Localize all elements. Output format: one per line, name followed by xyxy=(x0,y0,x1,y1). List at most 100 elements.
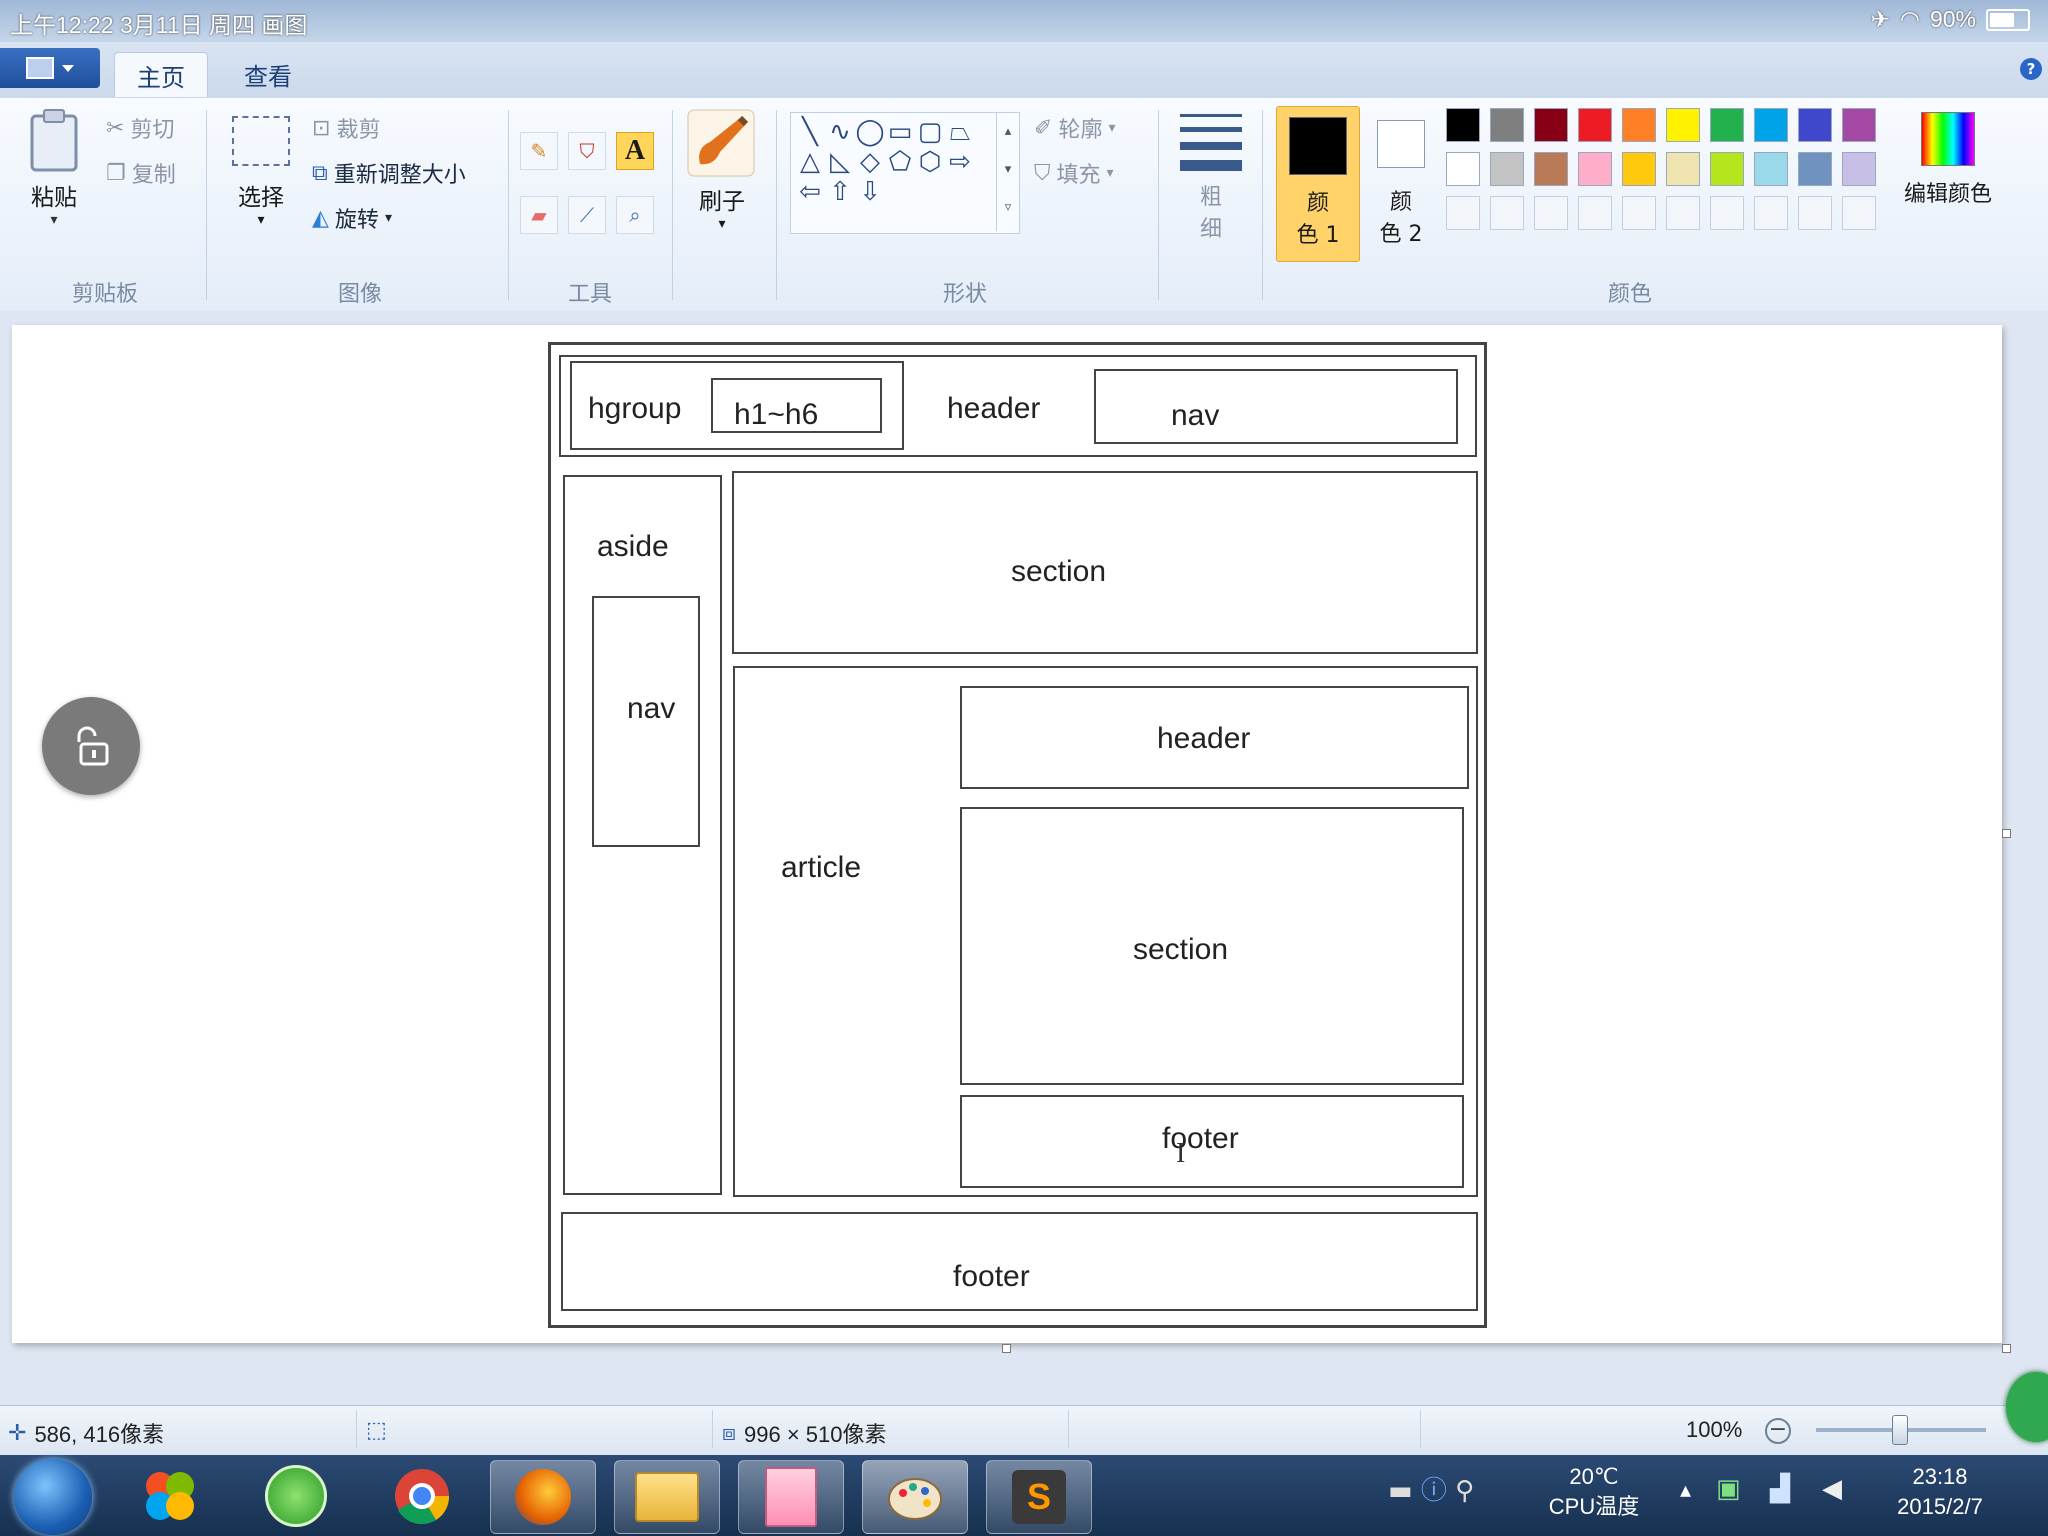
color-swatch[interactable] xyxy=(1666,152,1700,186)
paste-button[interactable]: 粘贴 ▾ xyxy=(26,108,82,248)
taskbar-app-paint[interactable] xyxy=(862,1460,968,1534)
copy-button[interactable]: ❐ 复制 xyxy=(106,157,176,189)
color-swatch[interactable] xyxy=(1622,196,1656,230)
diamond-shape-icon[interactable]: ◇ xyxy=(855,147,885,177)
color-swatch[interactable] xyxy=(1490,108,1524,142)
select-button[interactable]: 选择 ▾ xyxy=(226,112,296,252)
color-swatch[interactable] xyxy=(1710,152,1744,186)
right-triangle-shape-icon[interactable]: ◺ xyxy=(825,147,855,177)
color-swatch[interactable] xyxy=(1490,152,1524,186)
line-shape-icon[interactable]: ╲ xyxy=(795,117,825,147)
color-swatch[interactable] xyxy=(1622,108,1656,142)
color-swatch[interactable] xyxy=(1578,196,1612,230)
color1-label-1: 颜 xyxy=(1306,191,1329,216)
hexagon-shape-icon[interactable]: ⬡ xyxy=(915,147,945,177)
taskbar-app-pdf[interactable] xyxy=(738,1460,844,1534)
cpu-temp-widget[interactable]: 20℃ CPU温度 xyxy=(1534,1462,1654,1522)
taskbar-app-chrome[interactable] xyxy=(370,1460,474,1532)
oval-shape-icon[interactable]: ◯ xyxy=(855,117,885,147)
color-swatch[interactable] xyxy=(1578,152,1612,186)
triangle-shape-icon[interactable]: △ xyxy=(795,147,825,177)
rectangle-shape-icon[interactable]: ▭ xyxy=(885,117,915,147)
tab-view[interactable]: 查看 xyxy=(222,52,314,96)
color-swatch[interactable] xyxy=(1666,196,1700,230)
help-icon[interactable]: ? xyxy=(2020,58,2042,80)
color-swatch[interactable] xyxy=(1710,196,1744,230)
color-swatch[interactable] xyxy=(1754,196,1788,230)
polygon-shape-icon[interactable]: ⏢ xyxy=(945,117,975,147)
signal-icon[interactable]: ▟ xyxy=(1770,1474,1790,1504)
resize-handle-right[interactable] xyxy=(2002,829,2011,838)
zoom-slider-thumb[interactable] xyxy=(1892,1415,1908,1445)
folder-icon xyxy=(635,1472,699,1522)
color-swatch[interactable] xyxy=(1842,152,1876,186)
color-swatch[interactable] xyxy=(1446,152,1480,186)
curve-shape-icon[interactable]: ∿ xyxy=(825,117,855,147)
color-swatch[interactable] xyxy=(1798,108,1832,142)
taskbar-app-explorer[interactable] xyxy=(614,1460,720,1534)
brushes-button[interactable]: 刷子 ▾ xyxy=(686,108,758,248)
chevron-up-icon[interactable]: ▴ xyxy=(1680,1478,1691,1503)
cut-button[interactable]: ✂ 剪切 xyxy=(106,112,174,144)
color1-button[interactable]: 颜 色 1 xyxy=(1276,106,1360,262)
right-arrow-shape-icon[interactable]: ⇨ xyxy=(945,147,975,177)
color-swatch[interactable] xyxy=(1842,196,1876,230)
tools-group-label: 工具 xyxy=(567,282,612,307)
tab-home[interactable]: 主页 xyxy=(114,52,208,97)
fill-button[interactable]: ⛉ 填充 ▾ xyxy=(1034,157,1114,189)
taskbar-app-browser-360[interactable] xyxy=(244,1460,348,1532)
app-tray-icon[interactable]: ▣ xyxy=(1716,1474,1741,1504)
pencil-tool[interactable]: ✎ xyxy=(520,132,558,170)
paint-menu-button[interactable] xyxy=(0,48,100,88)
text-tool[interactable]: A xyxy=(616,132,654,170)
taskbar-app-photos[interactable] xyxy=(118,1460,222,1532)
down-arrow-shape-icon[interactable]: ⇩ xyxy=(855,177,885,207)
wifi-icon: ◠ xyxy=(1899,6,1920,32)
color-swatch[interactable] xyxy=(1446,196,1480,230)
tray-icons[interactable]: ▬ ⓘ ⚲ xyxy=(1388,1470,1474,1507)
resize-button[interactable]: ⧉ 重新调整大小 xyxy=(312,157,466,189)
color-swatch[interactable] xyxy=(1534,152,1568,186)
color-swatch[interactable] xyxy=(1534,196,1568,230)
color-swatch[interactable] xyxy=(1622,152,1656,186)
fill-tool[interactable]: ⛉ xyxy=(568,132,606,170)
screen-lock-button[interactable] xyxy=(42,697,140,795)
color-swatch[interactable] xyxy=(1754,152,1788,186)
outline-button[interactable]: ✐ 轮廓 ▾ xyxy=(1034,112,1115,144)
color-picker-tool[interactable]: ⟋ xyxy=(568,196,606,234)
edit-colors-button[interactable]: 编辑颜色 xyxy=(1888,108,2008,218)
crop-button[interactable]: ⊡ 裁剪 xyxy=(312,112,380,144)
start-button[interactable] xyxy=(14,1459,92,1535)
color-swatch[interactable] xyxy=(1798,196,1832,230)
color-swatch[interactable] xyxy=(1710,108,1744,142)
color-swatch[interactable] xyxy=(1446,108,1480,142)
color-swatch[interactable] xyxy=(1578,108,1612,142)
aside-label: aside xyxy=(597,530,669,563)
volume-icon[interactable]: ◀ xyxy=(1822,1474,1842,1504)
taskbar-app-sublime[interactable]: S xyxy=(986,1460,1092,1534)
pinwheel-icon xyxy=(146,1472,194,1520)
up-arrow-shape-icon[interactable]: ⇧ xyxy=(825,177,855,207)
magnifier-tool[interactable]: ⌕ xyxy=(616,196,654,234)
color-swatch[interactable] xyxy=(1534,108,1568,142)
color-swatch[interactable] xyxy=(1754,108,1788,142)
eraser-tool[interactable]: ▰ xyxy=(520,196,558,234)
resize-handle-corner[interactable] xyxy=(2002,1344,2011,1353)
color-swatch[interactable] xyxy=(1490,196,1524,230)
shapes-scroll[interactable]: ▴ ▾ ▿ xyxy=(996,113,1019,231)
color-swatch[interactable] xyxy=(1798,152,1832,186)
color-swatch[interactable] xyxy=(1842,108,1876,142)
zoom-out-button[interactable]: − xyxy=(1765,1418,1791,1444)
shapes-gallery[interactable]: ╲ ∿ ◯ ▭ ▢ ⏢ △ ◺ ◇ ⬠ ⬡ ⇨ ⇦ ⇧ ⇩ ▴ ▾ ▿ xyxy=(790,112,1020,234)
left-arrow-shape-icon[interactable]: ⇦ xyxy=(795,177,825,207)
color2-button[interactable]: 颜 色 2 xyxy=(1366,106,1436,260)
clock[interactable]: 23:18 2015/2/7 xyxy=(1880,1462,2000,1522)
size-button[interactable]: 粗 细 xyxy=(1176,108,1246,258)
color-swatch[interactable] xyxy=(1666,108,1700,142)
rotate-button[interactable]: ◭ 旋转 ▾ xyxy=(312,202,392,234)
taskbar-app-firefox[interactable] xyxy=(490,1460,596,1534)
pentagon-shape-icon[interactable]: ⬠ xyxy=(885,147,915,177)
rounded-rectangle-shape-icon[interactable]: ▢ xyxy=(915,117,945,147)
magnifier-icon: ⌕ xyxy=(629,203,641,227)
resize-handle-bottom[interactable] xyxy=(1002,1344,1011,1353)
